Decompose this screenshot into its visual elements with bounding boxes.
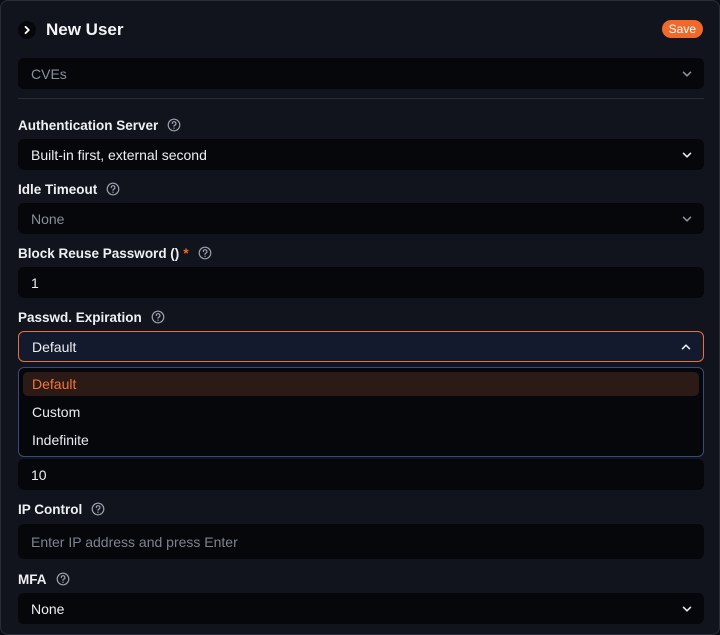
page-title: New User [46, 19, 124, 39]
chevron-up-icon [681, 344, 691, 350]
block-reuse-value: 1 [31, 274, 39, 291]
mfa-label-text: MFA [18, 571, 47, 587]
passwd-expiration-dropdown: Default Custom Indefinite [18, 367, 704, 457]
idle-timeout-label: Idle Timeout [18, 180, 120, 198]
cves-select-value: CVEs [31, 65, 67, 82]
auth-server-label: Authentication Server [18, 116, 181, 134]
ip-control-label: IP Control [18, 500, 105, 518]
mfa-label: MFA [18, 570, 70, 588]
expiration-days-input[interactable]: 10 [18, 459, 704, 490]
idle-timeout-select[interactable]: None [18, 203, 704, 234]
chevron-down-icon [682, 216, 692, 222]
chevron-down-icon [682, 71, 692, 77]
auth-server-select[interactable]: Built-in first, external second [18, 139, 704, 170]
auth-server-label-text: Authentication Server [18, 117, 159, 133]
required-marker: * [183, 245, 189, 261]
save-button[interactable]: Save [661, 20, 703, 38]
auth-server-value: Built-in first, external second [31, 146, 207, 163]
chevron-down-icon [682, 152, 692, 158]
chevron-down-icon [682, 606, 692, 612]
help-icon[interactable] [56, 572, 70, 586]
ip-control-placeholder: Enter IP address and press Enter [31, 533, 238, 550]
ip-control-input[interactable]: Enter IP address and press Enter [18, 524, 704, 559]
panel-header: New User [1, 1, 719, 58]
mfa-value: None [31, 600, 65, 617]
block-reuse-label: Block Reuse Password () * [18, 244, 212, 262]
dropdown-option-custom[interactable]: Custom [23, 400, 699, 424]
passwd-expiration-select[interactable]: Default [18, 331, 704, 362]
block-reuse-input[interactable]: 1 [18, 267, 704, 298]
idle-timeout-label-text: Idle Timeout [18, 181, 98, 197]
chevron-right-icon [24, 25, 30, 34]
expiration-days-value: 10 [31, 466, 47, 483]
section-divider [18, 98, 704, 99]
mfa-select[interactable]: None [18, 593, 704, 624]
block-reuse-label-text: Block Reuse Password () [18, 245, 180, 261]
help-icon[interactable] [91, 502, 105, 516]
help-icon[interactable] [198, 246, 212, 260]
passwd-expiration-value: Default [32, 338, 77, 355]
ip-control-label-text: IP Control [18, 501, 83, 517]
help-icon[interactable] [151, 310, 165, 324]
dropdown-option-default[interactable]: Default [23, 372, 699, 396]
expand-chevron-button[interactable] [18, 20, 36, 39]
idle-timeout-value: None [31, 210, 65, 227]
dropdown-option-indefinite[interactable]: Indefinite [23, 428, 699, 452]
passwd-expiration-label: Passwd. Expiration [18, 308, 165, 326]
cves-select[interactable]: CVEs [18, 58, 704, 89]
help-icon[interactable] [106, 182, 120, 196]
help-icon[interactable] [167, 118, 181, 132]
new-user-panel: New User Save CVEs Authentication Server… [0, 0, 720, 635]
passwd-expiration-label-text: Passwd. Expiration [18, 309, 142, 325]
